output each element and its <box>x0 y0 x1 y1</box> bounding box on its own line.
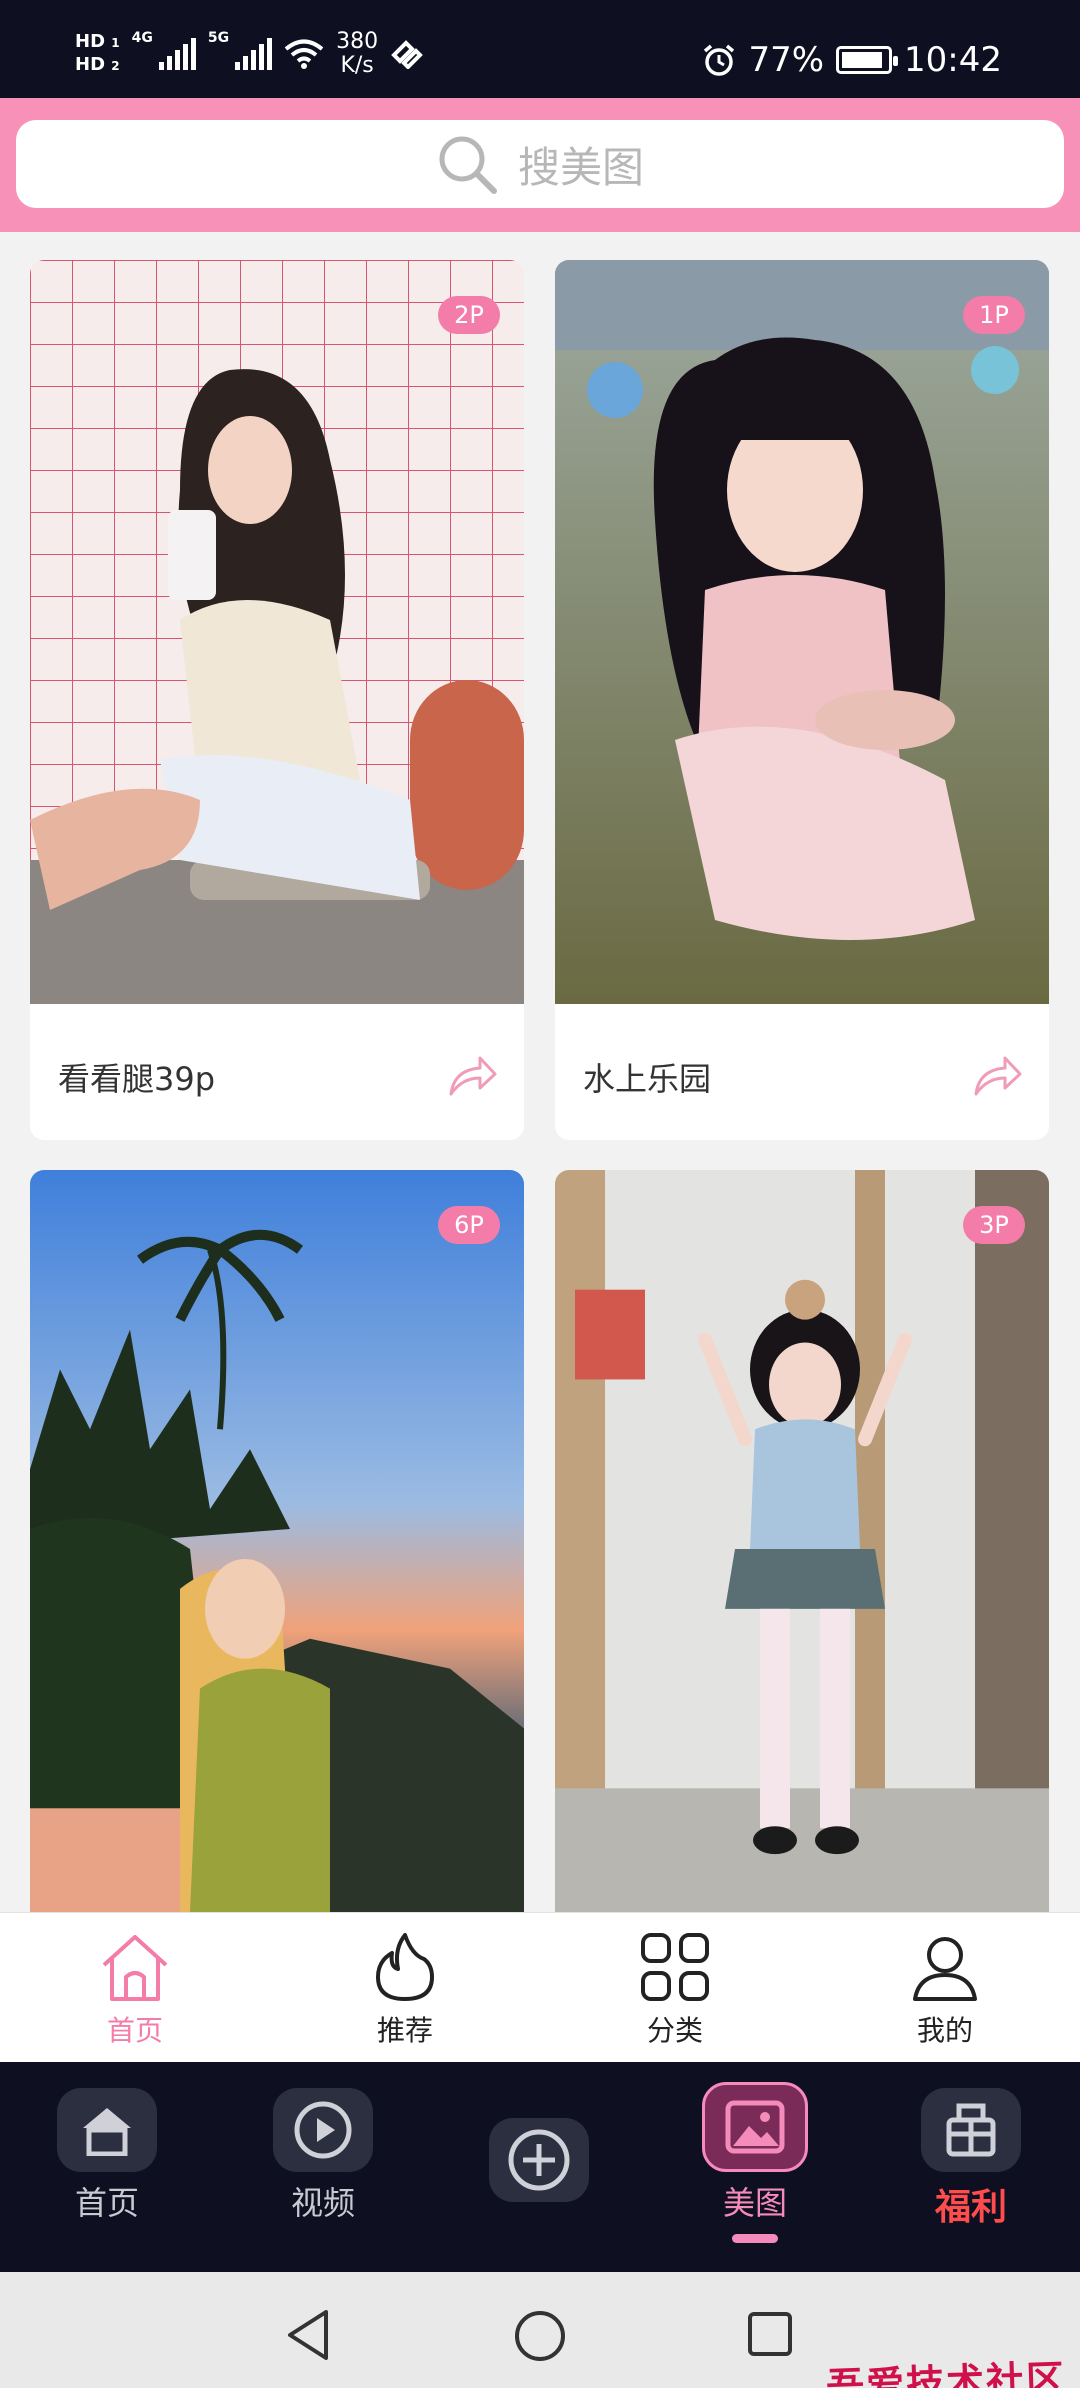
search-header: 搜美图 <box>0 98 1080 232</box>
net1-label: 4G <box>131 30 153 46</box>
share-icon[interactable] <box>448 1054 498 1098</box>
share-icon[interactable] <box>973 1054 1023 1098</box>
status-left: HD 1 HD 2 4G 5G 380 K/s <box>75 30 424 78</box>
photo-count-badge: 3P <box>963 1206 1025 1244</box>
home-icon <box>102 1935 168 2001</box>
app-bottom-nav: 首页 视频 美图 福利 <box>0 2062 1080 2272</box>
hd1-sim: 1 <box>111 36 120 50</box>
search-placeholder: 搜美图 <box>517 142 644 192</box>
nav-label: 首页 <box>74 2184 139 2222</box>
card-title: 看看腿39p <box>58 1060 216 1098</box>
tab-label: 分类 <box>646 2014 703 2047</box>
card-thumbnail <box>555 260 1049 1004</box>
link-icon <box>391 40 423 69</box>
photo-count-badge: 1P <box>963 296 1025 334</box>
hd1-label: HD <box>75 31 106 52</box>
tab-label: 首页 <box>106 2014 163 2047</box>
home-icon <box>83 2108 131 2156</box>
hd2-sim: 2 <box>111 59 120 73</box>
tab-category[interactable]: 分类 <box>540 1913 810 2062</box>
nav-home-button[interactable] <box>57 2088 157 2172</box>
back-icon[interactable] <box>284 2308 332 2362</box>
nav-gallery[interactable]: 美图 <box>680 2082 830 2243</box>
battery-percent: 77% <box>748 40 825 80</box>
search-input[interactable]: 搜美图 <box>16 120 1064 208</box>
nav-gallery-button[interactable] <box>702 2082 808 2172</box>
card-title: 水上乐园 <box>583 1060 712 1098</box>
nav-home[interactable]: 首页 <box>32 2088 182 2224</box>
tab-label: 推荐 <box>376 2014 433 2047</box>
signal-2-icon <box>235 38 273 70</box>
tab-label: 我的 <box>916 2014 973 2047</box>
grid-icon <box>641 1933 709 2001</box>
nav-add[interactable] <box>464 2118 614 2202</box>
battery-icon <box>836 46 899 74</box>
search-icon <box>439 136 497 194</box>
status-bar: HD 1 HD 2 4G 5G 380 K/s 77% 10:42 <box>0 0 1080 98</box>
plus-circle-icon <box>508 2129 570 2191</box>
net2-label: 5G <box>207 30 230 46</box>
gallery-card[interactable]: 2P 看看腿39p <box>30 260 524 1140</box>
gallery-card[interactable]: 1P 水上乐园 <box>555 260 1049 1140</box>
active-indicator <box>732 2234 778 2243</box>
tab-recommend[interactable]: 推荐 <box>270 1913 540 2062</box>
flame-icon <box>376 1933 434 2001</box>
user-icon <box>913 1937 977 2001</box>
play-icon <box>294 2101 352 2159</box>
photo-count-badge: 2P <box>438 296 500 334</box>
tab-home[interactable]: 首页 <box>0 1913 270 2062</box>
home-circle-icon[interactable] <box>513 2309 567 2363</box>
tab-mine[interactable]: 我的 <box>810 1913 1080 2062</box>
card-thumbnail <box>555 1170 1049 1912</box>
gallery-card[interactable]: 6P <box>30 1170 524 1912</box>
gift-icon <box>946 2103 996 2157</box>
nav-label: 视频 <box>290 2184 355 2222</box>
nav-video[interactable]: 视频 <box>248 2088 398 2224</box>
nav-label: 美图 <box>722 2184 787 2222</box>
signal-1-icon <box>158 38 196 70</box>
clock: 10:42 <box>904 40 1002 80</box>
recents-icon[interactable] <box>746 2310 794 2358</box>
nav-welfare[interactable]: 福利 <box>896 2088 1046 2230</box>
add-button[interactable] <box>489 2118 589 2202</box>
inner-tab-bar: 首页 推荐 分类 我的 <box>0 1912 1080 2062</box>
alarm-icon <box>704 44 735 76</box>
nav-label: 福利 <box>934 2187 1007 2228</box>
nav-welfare-button[interactable] <box>921 2088 1021 2172</box>
hd2-label: HD <box>75 54 106 75</box>
network-speed: 380 K/s <box>336 30 378 78</box>
status-right: 77% 10:42 <box>702 40 1002 80</box>
network-speed-unit: K/s <box>340 53 374 78</box>
nav-video-button[interactable] <box>273 2088 373 2172</box>
image-icon <box>725 2100 785 2154</box>
card-thumbnail <box>30 1170 524 1912</box>
gallery-card[interactable]: 3P <box>555 1170 1049 1912</box>
sim-indicators: HD 1 HD 2 <box>75 31 120 77</box>
photo-count-badge: 6P <box>438 1206 500 1244</box>
network-speed-value: 380 <box>336 29 379 54</box>
card-thumbnail <box>30 260 524 1004</box>
wifi-icon <box>284 39 324 69</box>
